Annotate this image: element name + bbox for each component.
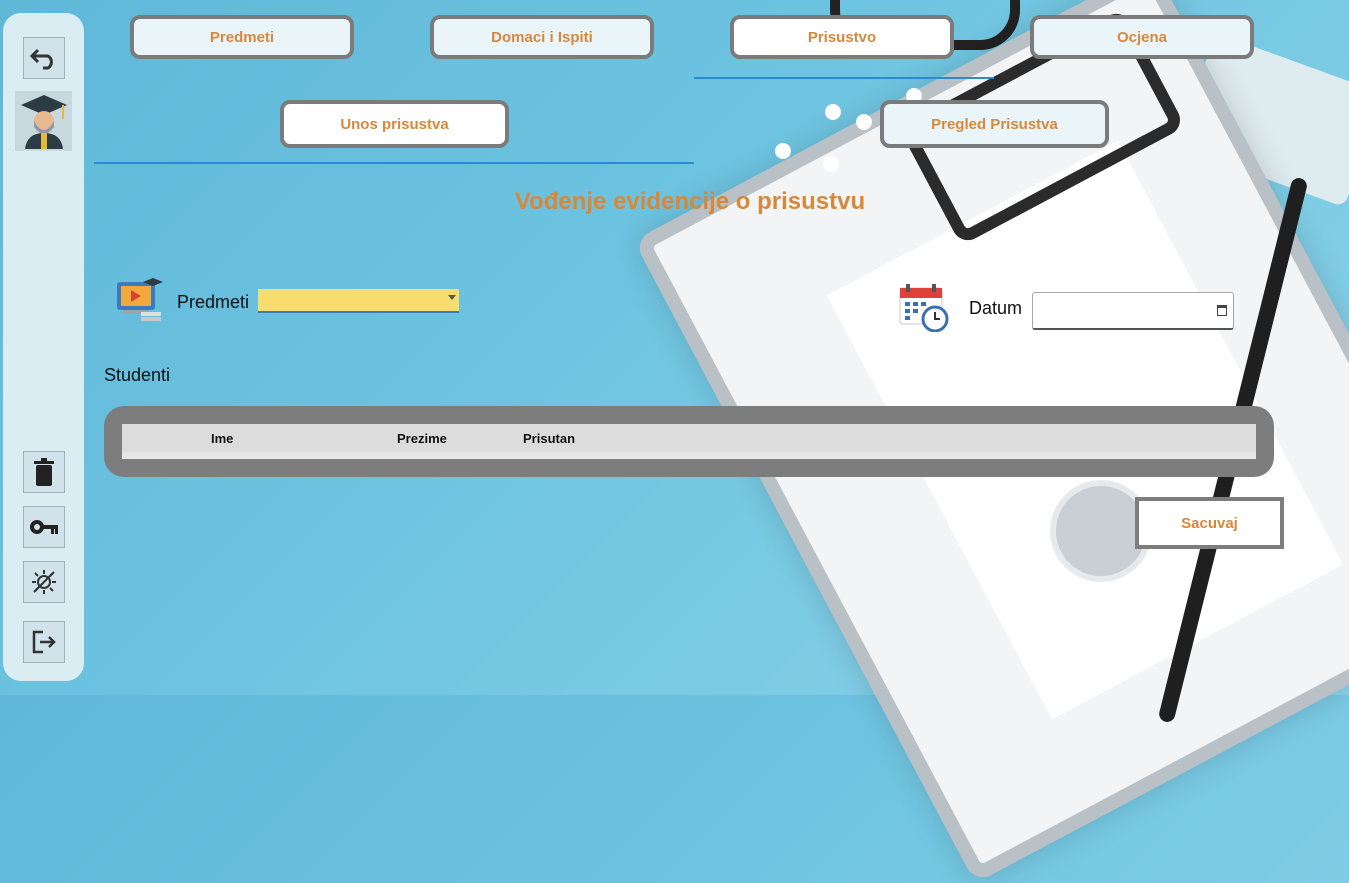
subject-select[interactable] [258, 289, 459, 313]
avatar [15, 91, 72, 151]
graduate-avatar-icon [20, 95, 67, 149]
save-button[interactable]: Sacuvaj [1135, 497, 1284, 549]
undo-icon [29, 48, 53, 70]
students-label: Studenti [104, 365, 171, 385]
logout-icon [32, 630, 56, 654]
column-header-prezime[interactable]: Prezime [397, 431, 447, 446]
students-table-frame: Ime Prezime Prisutan [104, 406, 1274, 477]
date-label: Datum [969, 298, 1023, 318]
undo-button[interactable] [23, 37, 65, 79]
sidebar [3, 13, 84, 681]
theme-toggle-button[interactable] [23, 561, 65, 603]
tab-domaci-i-ispiti[interactable]: Domaci i Ispiti [430, 15, 654, 59]
subtab-pregled-prisustva[interactable]: Pregled Prisustva [880, 100, 1109, 148]
subtab-active-underline [94, 162, 694, 164]
table-header: Ime Prezime Prisutan [122, 424, 1256, 452]
calendar-icon[interactable] [1217, 305, 1227, 316]
students-table[interactable]: Ime Prezime Prisutan [122, 424, 1256, 459]
date-picker[interactable] [1032, 292, 1234, 330]
page-title: Vođenje evidencije o prisustvu [514, 188, 866, 215]
column-header-ime[interactable]: Ime [211, 431, 233, 446]
elearning-icon [117, 278, 163, 321]
subtab-unos-prisustva[interactable]: Unos prisustva [280, 100, 509, 148]
tab-ocjena[interactable]: Ocjena [1030, 15, 1254, 59]
tab-predmeti[interactable]: Predmeti [130, 15, 354, 59]
calendar-clock-icon [899, 284, 949, 332]
theme-icon [32, 570, 56, 594]
subject-label: Predmeti [177, 292, 250, 312]
bg-pill [775, 143, 791, 159]
bg-pill [856, 114, 872, 130]
column-header-prisutan[interactable]: Prisutan [523, 431, 575, 446]
bg-pill [825, 104, 841, 120]
change-password-button[interactable] [23, 506, 65, 548]
tab-active-underline [694, 77, 994, 79]
logout-button[interactable] [23, 621, 65, 663]
chevron-down-icon [448, 295, 456, 300]
key-icon [30, 520, 58, 534]
tab-prisustvo[interactable]: Prisustvo [730, 15, 954, 59]
bg-pill [823, 156, 839, 172]
trash-icon [34, 458, 54, 486]
delete-button[interactable] [23, 451, 65, 493]
